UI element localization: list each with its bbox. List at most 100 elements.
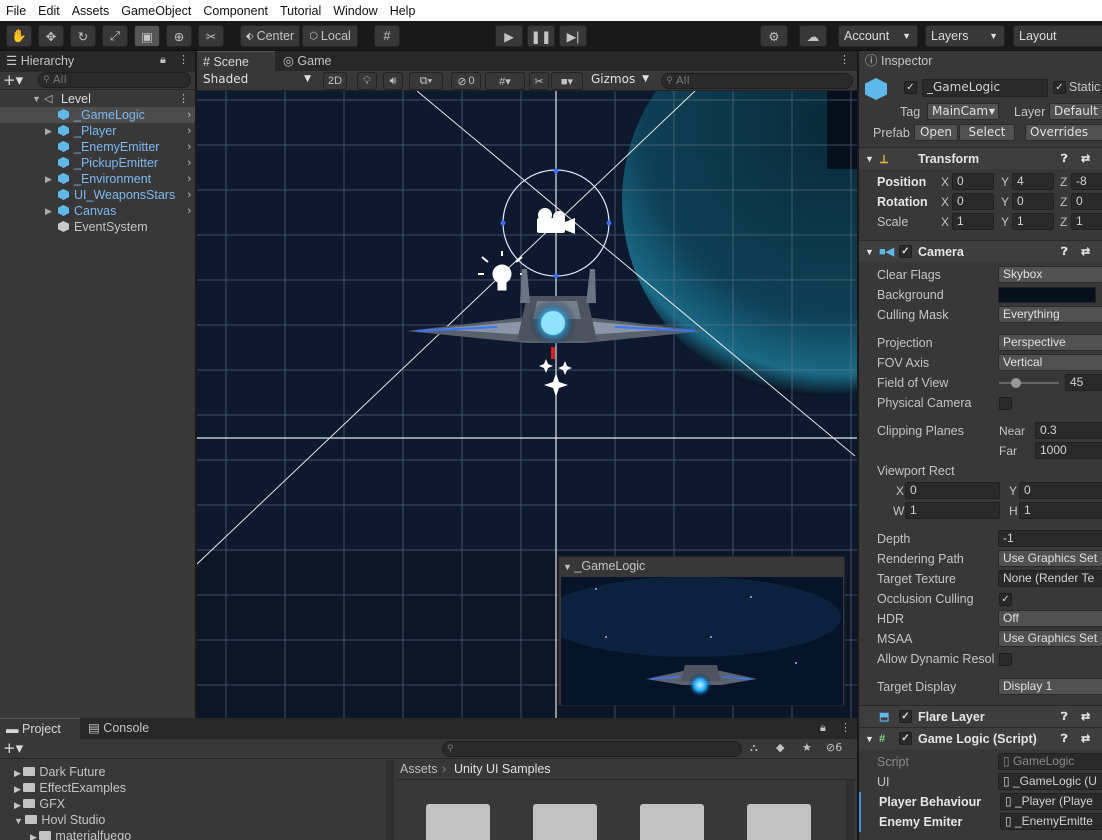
tab-inspector[interactable]: ⓘ Inspector xyxy=(859,51,1102,72)
layer-dropdown[interactable]: Default xyxy=(1049,103,1102,120)
toggle-2d-button[interactable]: 2D xyxy=(323,72,347,90)
settings-sliders-icon[interactable]: ⇄ xyxy=(1081,241,1090,263)
background-color-swatch[interactable] xyxy=(998,287,1096,303)
open-prefab-arrow-icon[interactable]: › xyxy=(187,171,191,187)
viewport-x-field[interactable]: 0 xyxy=(905,482,1000,499)
rect-tool-icon[interactable]: ▣ xyxy=(134,25,160,47)
player-behaviour-field[interactable]: ▯ _Player (Playe xyxy=(1000,793,1102,810)
pause-button[interactable]: ❚❚ xyxy=(527,25,555,47)
hidden-objects-icon[interactable]: ⊘ 0 xyxy=(451,72,481,90)
layers-dropdown[interactable]: Layers ▼ xyxy=(925,25,1005,47)
scene-search-input[interactable]: ⚲ All xyxy=(661,73,853,89)
fov-axis-dropdown[interactable]: Vertical xyxy=(998,354,1102,371)
expand-arrow-icon[interactable]: ▼ xyxy=(32,91,41,107)
expand-arrow-icon[interactable]: ▶ xyxy=(14,784,23,794)
favorite-star-icon[interactable]: ★ xyxy=(802,741,812,754)
expand-arrow-icon[interactable]: ▼ xyxy=(14,816,25,826)
folder-icon[interactable] xyxy=(640,804,704,840)
effects-icon[interactable]: ⧉▾ xyxy=(409,72,443,90)
prefab-overrides-dropdown[interactable]: Overrides xyxy=(1025,124,1102,141)
viewport-h-field[interactable]: 1 xyxy=(1019,502,1102,519)
lighting-icon[interactable]: 💡︎ xyxy=(357,72,377,90)
rotation-x-field[interactable]: 0 xyxy=(952,193,994,210)
flare-layer-component-header[interactable]: ⬒ ✓ Flare Layer ❓︎ ⇄ xyxy=(859,705,1102,727)
game-logic-component-header[interactable]: ▼ # ✓ Game Logic (Script) ❓︎ ⇄ xyxy=(859,727,1102,749)
target-texture-field[interactable]: None (Render Te xyxy=(998,570,1102,587)
open-prefab-arrow-icon[interactable]: › xyxy=(187,155,191,171)
rotation-y-field[interactable]: 0 xyxy=(1012,193,1054,210)
expand-arrow-icon[interactable]: ▶ xyxy=(14,800,23,810)
scale-y-field[interactable]: 1 xyxy=(1012,213,1054,230)
expand-arrow-icon[interactable]: ▶ xyxy=(14,768,23,778)
kebab-menu-icon[interactable]: ⋮ xyxy=(840,721,851,734)
shading-dropdown[interactable]: Shaded ▼ xyxy=(199,72,315,89)
open-prefab-arrow-icon[interactable]: › xyxy=(187,107,191,123)
menu-assets[interactable]: Assets xyxy=(66,4,116,18)
scale-tool-icon[interactable]: ⤢ xyxy=(102,25,128,47)
flare-layer-checkbox[interactable]: ✓ xyxy=(899,710,912,723)
add-icon[interactable]: +▾ xyxy=(3,739,23,757)
scene-viewport[interactable]: ▼ _GameLogic xyxy=(197,91,857,718)
open-prefab-arrow-icon[interactable]: › xyxy=(187,187,191,203)
expand-arrow-icon[interactable]: ▶ xyxy=(45,203,52,219)
collapse-arrow-icon[interactable]: ▼ xyxy=(865,148,874,170)
collab-icon[interactable]: ⚙ xyxy=(760,25,788,47)
transform-component-header[interactable]: ▼ ⟂ Transform ❓︎ ⇄ xyxy=(859,147,1102,169)
gizmos-dropdown[interactable]: Gizmos ▼ xyxy=(587,72,653,89)
camera-icon[interactable]: ■▾ xyxy=(551,72,583,90)
menu-file[interactable]: File xyxy=(0,4,32,18)
ui-field[interactable]: ▯ _GameLogic (U xyxy=(998,773,1102,790)
tree-scrollbar[interactable] xyxy=(386,760,394,840)
settings-sliders-icon[interactable]: ⇄ xyxy=(1081,728,1090,750)
projection-dropdown[interactable]: Perspective xyxy=(998,334,1102,351)
menu-edit[interactable]: Edit xyxy=(32,4,66,18)
help-icon[interactable]: ❓︎ xyxy=(1061,148,1068,170)
grid-icon[interactable]: #▾ xyxy=(485,72,525,90)
gizmo-handle[interactable] xyxy=(500,220,506,226)
folder-row[interactable]: ▶ materialfuego xyxy=(30,828,131,840)
rotate-tool-icon[interactable]: ↻ xyxy=(70,25,96,47)
hierarchy-item[interactable]: UI_WeaponsStars › xyxy=(0,187,195,203)
open-prefab-arrow-icon[interactable]: › xyxy=(187,139,191,155)
open-prefab-arrow-icon[interactable]: › xyxy=(187,123,191,139)
move-tool-icon[interactable]: ✥ xyxy=(38,25,64,47)
fov-slider-handle[interactable] xyxy=(1011,378,1021,388)
viewport-y-field[interactable]: 0 xyxy=(1019,482,1102,499)
transform-tool-icon[interactable]: ⊕ xyxy=(166,25,192,47)
gizmo-handle[interactable] xyxy=(553,273,559,279)
label-tag-icon[interactable]: ◆ xyxy=(776,741,784,754)
custom-tool-icon[interactable]: ✂ xyxy=(198,25,224,47)
play-button[interactable]: ▶ xyxy=(495,25,523,47)
near-field[interactable]: 0.3 xyxy=(1035,422,1102,439)
help-icon[interactable]: ❓︎ xyxy=(1061,706,1068,728)
tools-icon[interactable]: ✂ xyxy=(529,72,549,90)
pivot-local-button[interactable]: ⬡ Local xyxy=(302,25,358,47)
far-field[interactable]: 1000 xyxy=(1035,442,1102,459)
grid-snap-icon[interactable]: # xyxy=(374,25,400,47)
clear-flags-dropdown[interactable]: Skybox xyxy=(998,266,1102,283)
game-logic-checkbox[interactable]: ✓ xyxy=(899,732,912,745)
folder-icon[interactable] xyxy=(533,804,597,840)
menu-window[interactable]: Window xyxy=(327,4,383,18)
folder-row[interactable]: ▼ Hovl Studio xyxy=(14,812,105,828)
filter-type-icon[interactable]: ⛬ xyxy=(750,741,758,755)
kebab-menu-icon[interactable]: ⋮ xyxy=(839,53,850,66)
position-y-field[interactable]: 4 xyxy=(1012,173,1054,190)
settings-sliders-icon[interactable]: ⇄ xyxy=(1081,706,1090,728)
breadcrumb-current[interactable]: Unity UI Samples xyxy=(454,760,551,778)
kebab-menu-icon[interactable]: ⋮ xyxy=(178,53,189,66)
hierarchy-item[interactable]: _PickupEmitter › xyxy=(0,155,195,171)
kebab-menu-icon[interactable]: ⋮ xyxy=(178,91,189,107)
project-search-input[interactable]: ⚲ xyxy=(442,741,742,757)
cloud-icon[interactable]: ☁ xyxy=(799,25,827,47)
expand-arrow-icon[interactable]: ▶ xyxy=(30,832,39,840)
lock-icon[interactable]: 🔒︎ xyxy=(160,53,166,67)
target-display-dropdown[interactable]: Display 1 xyxy=(998,678,1102,695)
object-name-field[interactable]: _GameLogic xyxy=(922,79,1048,97)
hidden-packages-icon[interactable]: ⊘6 xyxy=(826,741,842,754)
physical-camera-checkbox[interactable] xyxy=(999,397,1012,410)
settings-sliders-icon[interactable]: ⇄ xyxy=(1081,148,1090,170)
camera-component-header[interactable]: ▼ ■◀ ✓ Camera ❓︎ ⇄ xyxy=(859,240,1102,262)
collapse-arrow-icon[interactable]: ▼ xyxy=(865,241,874,263)
hand-tool-icon[interactable]: ✋ xyxy=(6,25,32,47)
